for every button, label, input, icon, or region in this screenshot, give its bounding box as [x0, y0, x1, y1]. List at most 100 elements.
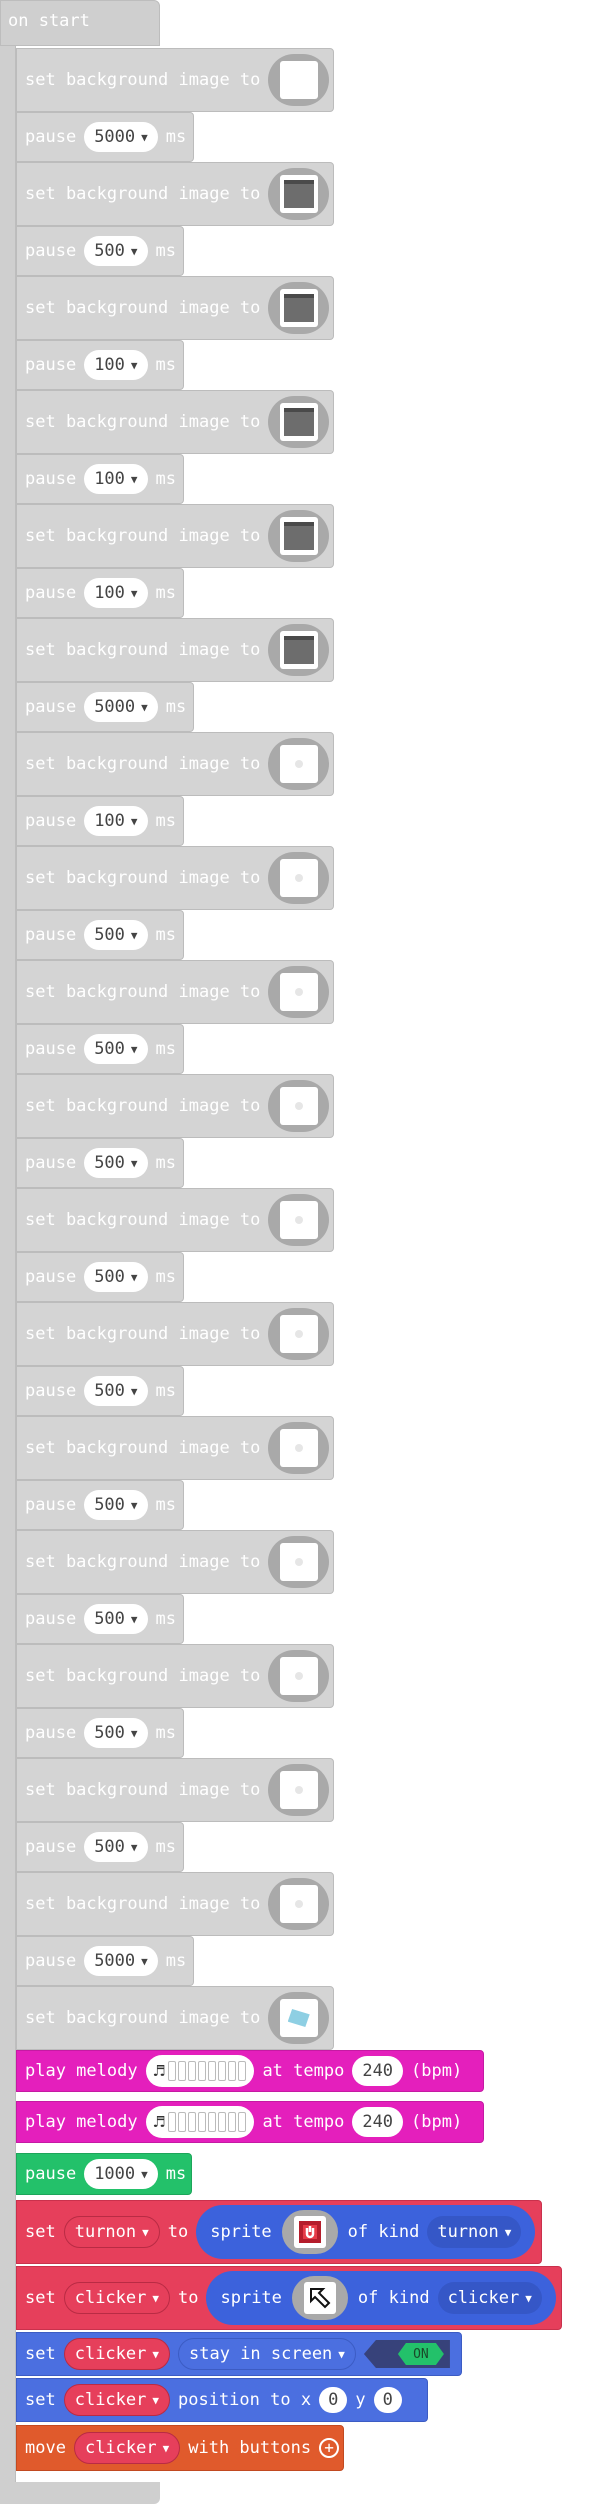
y-input[interactable]: 0 — [373, 2387, 402, 2413]
pause-duration-dropdown[interactable]: 500 ▼ — [84, 236, 148, 266]
image-picker-field[interactable] — [268, 1080, 329, 1132]
set-background-image-block[interactable]: set background image to — [16, 846, 334, 910]
pause-block[interactable]: pause 500 ▼ ms — [16, 226, 184, 276]
image-picker-field[interactable] — [268, 624, 329, 676]
variable-dropdown-clicker[interactable]: clicker ▼ — [63, 2282, 170, 2314]
pause-block[interactable]: pause 500 ▼ ms — [16, 1024, 184, 1074]
sprite-image-field[interactable] — [291, 2276, 348, 2320]
pause-duration-dropdown[interactable]: 500 ▼ — [84, 1262, 148, 1292]
tempo-input[interactable]: 240 — [352, 2107, 404, 2137]
kind-dropdown-clicker[interactable]: clicker ▼ — [437, 2282, 542, 2314]
pause-duration-dropdown[interactable]: 500 ▼ — [84, 1148, 148, 1178]
sprite-variable-dropdown[interactable]: clicker ▼ — [63, 2384, 170, 2416]
image-picker-field[interactable] — [268, 1422, 329, 1474]
pause-duration-dropdown[interactable]: 5000 ▼ — [84, 692, 158, 722]
pause-block[interactable]: pause 5000 ▼ ms — [16, 1936, 194, 1986]
pause-block[interactable]: pause 500 ▼ ms — [16, 1822, 184, 1872]
pause-block[interactable]: pause 100 ▼ ms — [16, 454, 184, 504]
set-background-image-block[interactable]: set background image to — [16, 162, 334, 226]
image-picker-field[interactable] — [268, 1308, 329, 1360]
pause-block[interactable]: pause 500 ▼ ms — [16, 1594, 184, 1644]
pause-block[interactable]: pause 100 ▼ ms — [16, 796, 184, 846]
sprite-flag-dropdown[interactable]: stay in screen ▼ — [178, 2338, 356, 2370]
set-background-image-block[interactable]: set background image to — [16, 504, 334, 568]
pause-duration-dropdown[interactable]: 100 ▼ — [84, 578, 148, 608]
image-picker-field[interactable] — [268, 1536, 329, 1588]
pause-duration-dropdown[interactable]: 500 ▼ — [84, 1718, 148, 1748]
set-background-image-block[interactable]: set background image to — [16, 1644, 334, 1708]
set-background-image-block[interactable]: set background image to — [16, 1872, 334, 1936]
on-off-toggle[interactable]: ON — [363, 2340, 450, 2368]
set-background-image-block[interactable]: set background image to — [16, 618, 334, 682]
pause-duration-dropdown[interactable]: 1000 ▼ — [84, 2159, 158, 2189]
variable-dropdown-turnon[interactable]: turnon ▼ — [63, 2216, 160, 2248]
sprite-variable-dropdown[interactable]: clicker ▼ — [73, 2432, 181, 2464]
pause-duration-dropdown[interactable]: 100 ▼ — [84, 806, 148, 836]
pause-block[interactable]: pause 100 ▼ ms — [16, 568, 184, 618]
pause-block[interactable]: pause 100 ▼ ms — [16, 340, 184, 390]
image-picker-field[interactable] — [268, 852, 329, 904]
pause-duration-dropdown[interactable]: 500 ▼ — [84, 1376, 148, 1406]
set-background-image-block[interactable]: set background image to — [16, 1530, 334, 1594]
pause-duration-dropdown[interactable]: 500 ▼ — [84, 920, 148, 950]
create-sprite-block[interactable]: sprite of kind clicker ▼ — [206, 2271, 556, 2325]
create-sprite-block[interactable]: sprite of kind turnon ▼ — [196, 2205, 536, 2259]
set-background-image-block[interactable]: set background image to — [16, 1986, 334, 2050]
set-background-image-block[interactable]: set background image to — [16, 1074, 334, 1138]
pause-block[interactable]: pause 5000 ▼ ms — [16, 112, 194, 162]
pause-duration-dropdown[interactable]: 100 ▼ — [84, 350, 148, 380]
set-turnon-sprite-block[interactable]: set turnon ▼ to sprite of kind turnon ▼ — [16, 2200, 542, 2264]
pause-block[interactable]: pause 500 ▼ ms — [16, 1366, 184, 1416]
pause-duration-dropdown[interactable]: 500 ▼ — [84, 1604, 148, 1634]
set-background-image-block[interactable]: set background image to — [16, 1416, 334, 1480]
play-melody-block[interactable]: play melody ♬ at tempo 240 (bpm) — [16, 2101, 484, 2143]
pause-block[interactable]: pause 500 ▼ ms — [16, 1708, 184, 1758]
pause-block[interactable]: pause 500 ▼ ms — [16, 1138, 184, 1188]
set-background-image-block[interactable]: set background image to — [16, 48, 334, 112]
pause-duration-dropdown[interactable]: 500 ▼ — [84, 1034, 148, 1064]
pause-duration-dropdown[interactable]: 100 ▼ — [84, 464, 148, 494]
pause-block[interactable]: pause 500 ▼ ms — [16, 910, 184, 960]
image-picker-field[interactable] — [268, 1764, 329, 1816]
set-clicker-sprite-block[interactable]: set clicker ▼ to sprite of kind clicker ▼ — [16, 2266, 562, 2330]
set-position-block[interactable]: set clicker ▼ position to x 0 y 0 — [16, 2378, 428, 2422]
move-with-buttons-block[interactable]: move clicker ▼ with buttons + — [16, 2425, 344, 2471]
kind-dropdown-turnon[interactable]: turnon ▼ — [427, 2216, 522, 2248]
set-background-image-block[interactable]: set background image to — [16, 1758, 334, 1822]
image-picker-field[interactable] — [268, 168, 329, 220]
image-picker-field[interactable] — [268, 54, 329, 106]
pause-block[interactable]: pause 1000 ▼ ms — [16, 2153, 192, 2195]
x-input[interactable]: 0 — [319, 2387, 348, 2413]
pause-block[interactable]: pause 5000 ▼ ms — [16, 682, 194, 732]
image-picker-field[interactable] — [268, 1194, 329, 1246]
set-background-image-block[interactable]: set background image to — [16, 732, 334, 796]
pause-duration-dropdown[interactable]: 5000 ▼ — [84, 122, 158, 152]
image-picker-field[interactable] — [268, 396, 329, 448]
pause-duration-dropdown[interactable]: 5000 ▼ — [84, 1946, 158, 1976]
tempo-input[interactable]: 240 — [352, 2056, 404, 2086]
expand-plus-icon[interactable]: + — [319, 2438, 340, 2458]
play-melody-block[interactable]: play melody ♬ at tempo 240 (bpm) — [16, 2050, 484, 2092]
set-background-image-block[interactable]: set background image to — [16, 1188, 334, 1252]
sprite-variable-dropdown[interactable]: clicker ▼ — [63, 2338, 170, 2370]
image-picker-field[interactable] — [268, 510, 329, 562]
set-background-image-block[interactable]: set background image to — [16, 960, 334, 1024]
pause-duration-dropdown[interactable]: 500 ▼ — [84, 1832, 148, 1862]
set-stay-in-screen-block[interactable]: set clicker ▼ stay in screen ▼ ON — [16, 2332, 462, 2376]
image-picker-field[interactable] — [268, 1992, 329, 2044]
set-background-image-block[interactable]: set background image to — [16, 1302, 334, 1366]
set-background-image-block[interactable]: set background image to — [16, 390, 334, 454]
set-background-image-block[interactable]: set background image to — [16, 276, 334, 340]
image-picker-field[interactable] — [268, 738, 329, 790]
melody-editor-field[interactable]: ♬ — [145, 2055, 255, 2087]
sprite-image-field[interactable] — [281, 2210, 338, 2254]
pause-block[interactable]: pause 500 ▼ ms — [16, 1252, 184, 1302]
pause-block[interactable]: pause 500 ▼ ms — [16, 1480, 184, 1530]
on-start-event-block[interactable]: on start — [0, 0, 160, 46]
image-picker-field[interactable] — [268, 1878, 329, 1930]
pause-duration-dropdown[interactable]: 500 ▼ — [84, 1490, 148, 1520]
image-picker-field[interactable] — [268, 966, 329, 1018]
image-picker-field[interactable] — [268, 282, 329, 334]
image-picker-field[interactable] — [268, 1650, 329, 1702]
melody-editor-field[interactable]: ♬ — [145, 2106, 255, 2138]
